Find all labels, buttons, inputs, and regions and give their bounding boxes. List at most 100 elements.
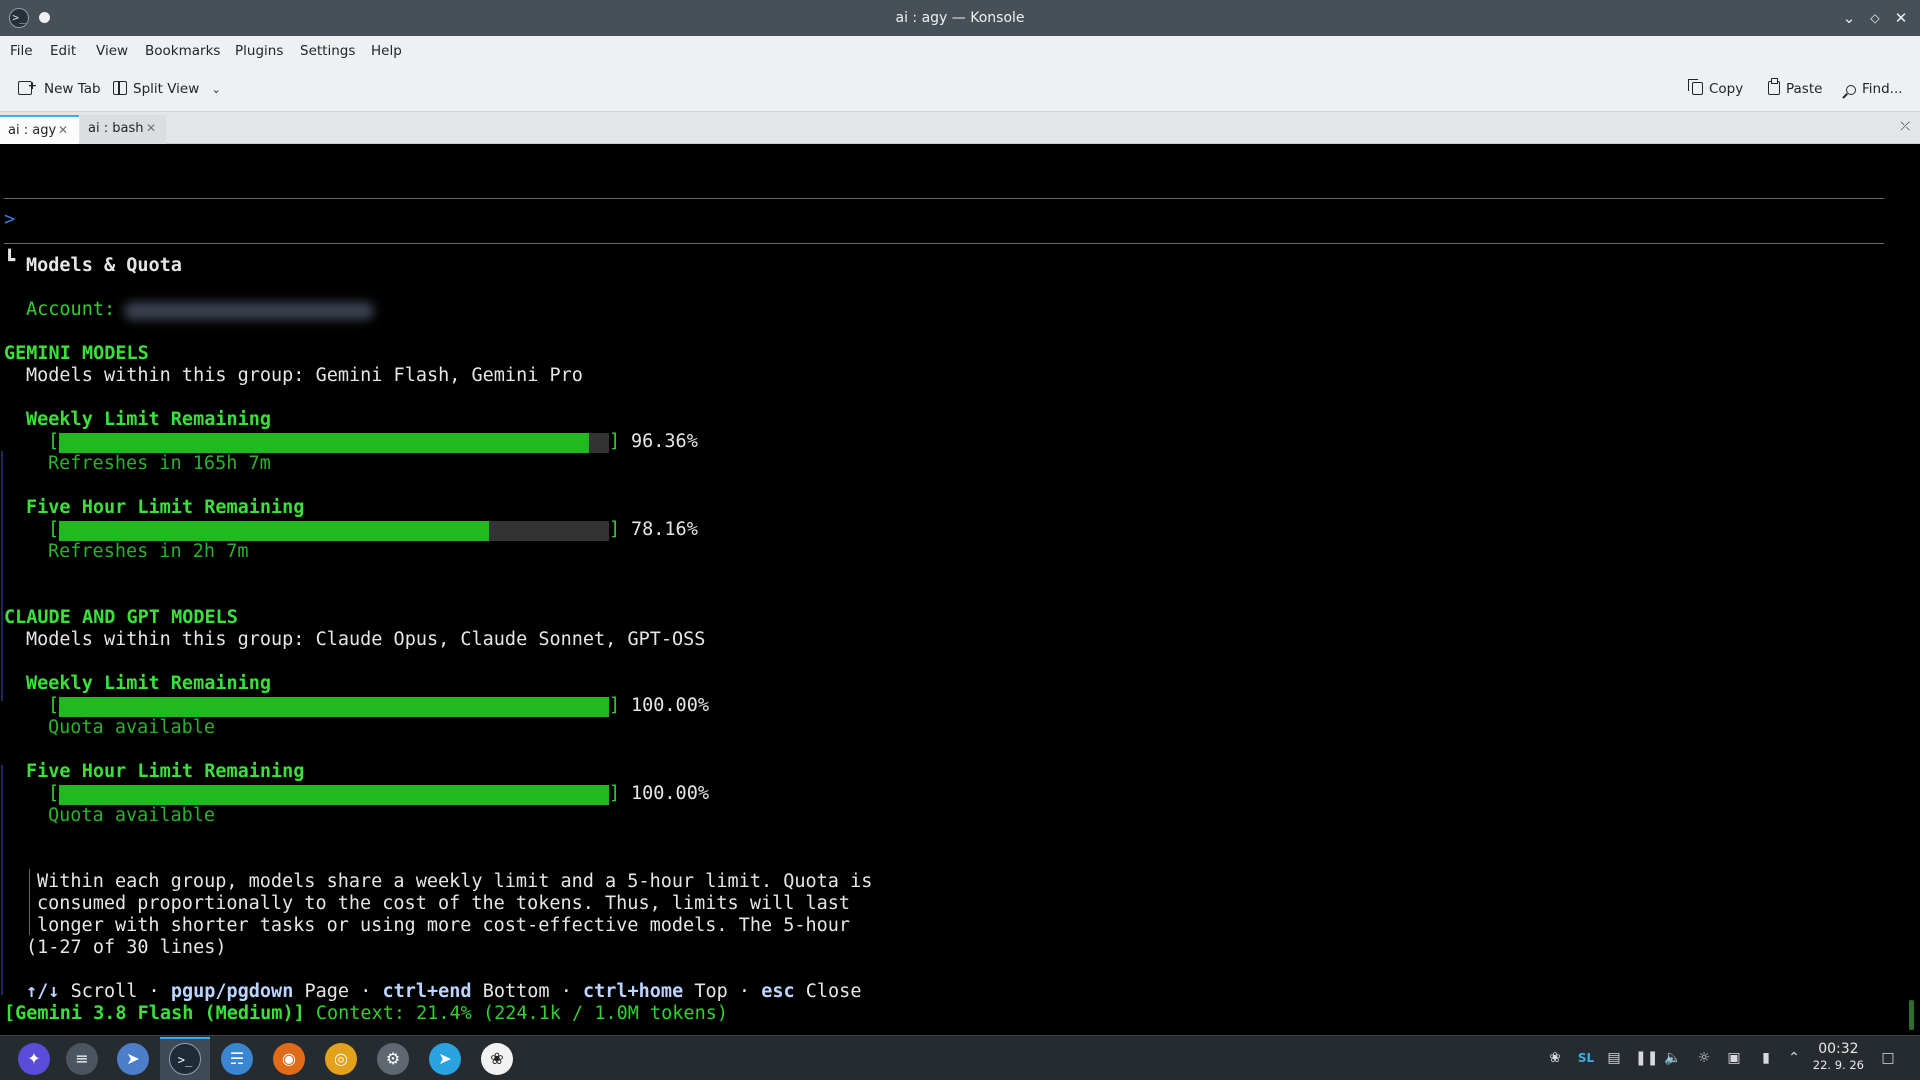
menu-edit[interactable]: Edit (50, 36, 76, 66)
konsole-icon[interactable]: >_ (169, 1043, 201, 1075)
note-line: longer with shorter tasks or using more … (37, 915, 851, 936)
menu-settings[interactable]: Settings (300, 36, 355, 66)
copy-button[interactable]: Copy (1688, 76, 1744, 102)
bar-bracket-right: ] (609, 519, 621, 540)
quota-bar-fill (59, 697, 609, 717)
paste-icon (1768, 78, 1780, 95)
bar-bracket-right: ] (609, 695, 621, 716)
chatgpt-tray-icon[interactable]: ❀ (1546, 1049, 1564, 1067)
group-members-gemini: Models within this group: Gemini Flash, … (26, 365, 583, 386)
panel-marker: ┗ (4, 250, 16, 271)
line-counter: (1-27 of 30 lines) (26, 937, 227, 958)
key-page: pgup/pgdown (170, 981, 294, 1002)
quota-bar (59, 521, 609, 541)
input-prompt[interactable]: > (4, 209, 15, 231)
battery-icon[interactable]: ▮ (1755, 1049, 1777, 1067)
new-tab-button[interactable]: New Tab (18, 73, 101, 102)
key-top-action: Top (694, 981, 728, 1002)
quota-percent: 78.16% (631, 519, 698, 540)
menu-bookmarks[interactable]: Bookmarks (145, 36, 220, 66)
maximize-button[interactable]: ◇ (1863, 6, 1887, 30)
taskbar: ✦ ≡ ➤ >_ ☴ ◉ ◎ ⚙ ➤ ❀ ❀ SL ▤ ❚❚ 🔈 ☼ ▣ ▮ ⌃… (0, 1035, 1920, 1080)
telegram-icon[interactable]: ➤ (429, 1043, 461, 1075)
chatgpt-icon[interactable]: ❀ (481, 1043, 513, 1075)
close-tab-icon[interactable]: ✕ (146, 115, 156, 142)
paste-button[interactable]: Paste (1768, 76, 1822, 102)
copy-icon (1688, 79, 1703, 95)
limit-label: Five Hour Limit Remaining (26, 497, 305, 518)
new-tab-icon (18, 73, 37, 99)
menu-view[interactable]: View (96, 36, 128, 66)
input-bottom-rule (4, 243, 1884, 244)
show-desktop-icon[interactable]: □ (1879, 1049, 1897, 1067)
scrollbar-thumb[interactable] (1909, 1000, 1914, 1030)
menu-bar: File Edit View Bookmarks Plugins Setting… (0, 36, 1920, 66)
limit-label: Weekly Limit Remaining (26, 409, 272, 430)
menu-help[interactable]: Help (371, 36, 402, 66)
chevron-down-icon[interactable]: ⌄ (212, 83, 221, 96)
key-separator: · (738, 981, 751, 1002)
terminal-view[interactable]: > ┗ Models & Quota Account: GEMINI MODEL… (0, 145, 1920, 1035)
key-scroll-action: Scroll (70, 981, 138, 1002)
group-members-claude-gpt: Models within this group: Claude Opus, C… (26, 629, 706, 650)
key-scroll: ↑/↓ (26, 981, 60, 1002)
network-icon[interactable]: ▣ (1725, 1049, 1743, 1067)
media-pause-icon[interactable]: ❚❚ (1635, 1049, 1658, 1067)
panel-title: Models & Quota (26, 255, 182, 276)
bar-bracket-left: [ (48, 431, 60, 452)
pin-icon[interactable]: ⤫ (1900, 119, 1910, 134)
bar-bracket-left: [ (48, 783, 60, 804)
dolphin-icon[interactable]: ☴ (221, 1043, 253, 1075)
menu-plugins[interactable]: Plugins (235, 36, 283, 66)
key-close-action: Close (805, 981, 862, 1002)
copy-label: Copy (1709, 81, 1744, 97)
bar-bracket-left: [ (48, 695, 60, 716)
gimp-icon[interactable]: ⚙ (377, 1043, 409, 1075)
tab-ai-agy[interactable]: ai : agy ✕ (0, 115, 79, 144)
clock[interactable]: 00:32 22. 9. 26 (1813, 1041, 1864, 1073)
key-separator: · (360, 981, 372, 1002)
volume-icon[interactable]: 🔈 (1664, 1049, 1682, 1067)
status-context: Context: 21.4% (224.1k / 1.0M tokens) (315, 1003, 728, 1024)
key-close: esc (761, 981, 795, 1002)
menu-file[interactable]: File (10, 36, 33, 66)
note-line: Within each group, models share a weekly… (37, 871, 873, 892)
keyboard-layout-indicator[interactable]: SL (1575, 1049, 1597, 1067)
limit-label: Weekly Limit Remaining (26, 673, 272, 694)
chrome-icon[interactable]: ◎ (325, 1043, 357, 1075)
scope-trace (1, 451, 3, 701)
system-settings-icon[interactable]: ≡ (66, 1043, 98, 1075)
split-view-button[interactable]: Split View ⌄ (113, 76, 221, 102)
account-label: Account: (26, 299, 116, 320)
key-bottom: ctrl+end (382, 981, 472, 1002)
key-top: ctrl+home (582, 981, 684, 1002)
clipboard-icon[interactable]: ▤ (1605, 1049, 1623, 1067)
note-line: consumed proportionally to the cost of t… (37, 893, 851, 914)
quota-percent: 100.00% (631, 783, 709, 804)
key-page-action: Page (304, 981, 350, 1002)
status-model: [Gemini 3.8 Flash (Medium)] (4, 1003, 305, 1024)
tab-ai-bash[interactable]: ai : bash ✕ (80, 115, 166, 144)
tab-label: ai : bash (88, 121, 144, 136)
firefox-icon[interactable]: ◉ (273, 1043, 305, 1075)
search-icon (1846, 85, 1856, 95)
redacted-account (124, 302, 374, 320)
minimize-button[interactable]: ⌄ (1837, 6, 1861, 30)
quota-bar (59, 785, 609, 805)
key-separator: · (560, 981, 572, 1002)
brightness-icon[interactable]: ☼ (1695, 1049, 1713, 1067)
window-title: ai : agy — Konsole (895, 10, 1025, 26)
paste-label: Paste (1786, 81, 1823, 97)
discover-icon[interactable]: ➤ (117, 1043, 149, 1075)
input-top-rule (4, 198, 1884, 199)
chevron-up-icon[interactable]: ⌃ (1785, 1049, 1803, 1067)
split-view-icon (113, 81, 127, 95)
app-launcher-icon[interactable]: ✦ (18, 1043, 50, 1075)
close-tab-icon[interactable]: ✕ (58, 117, 68, 144)
find-button[interactable]: Find... (1846, 76, 1903, 102)
key-separator: · (148, 981, 160, 1002)
window-titlebar: >_ ai : agy — Konsole ⌄ ◇ ✕ (0, 0, 1920, 36)
quota-status: Refreshes in 2h 7m (48, 541, 249, 562)
toolbar: New Tab Split View ⌄ Copy Paste Find... (0, 66, 1920, 112)
close-button[interactable]: ✕ (1889, 6, 1913, 30)
